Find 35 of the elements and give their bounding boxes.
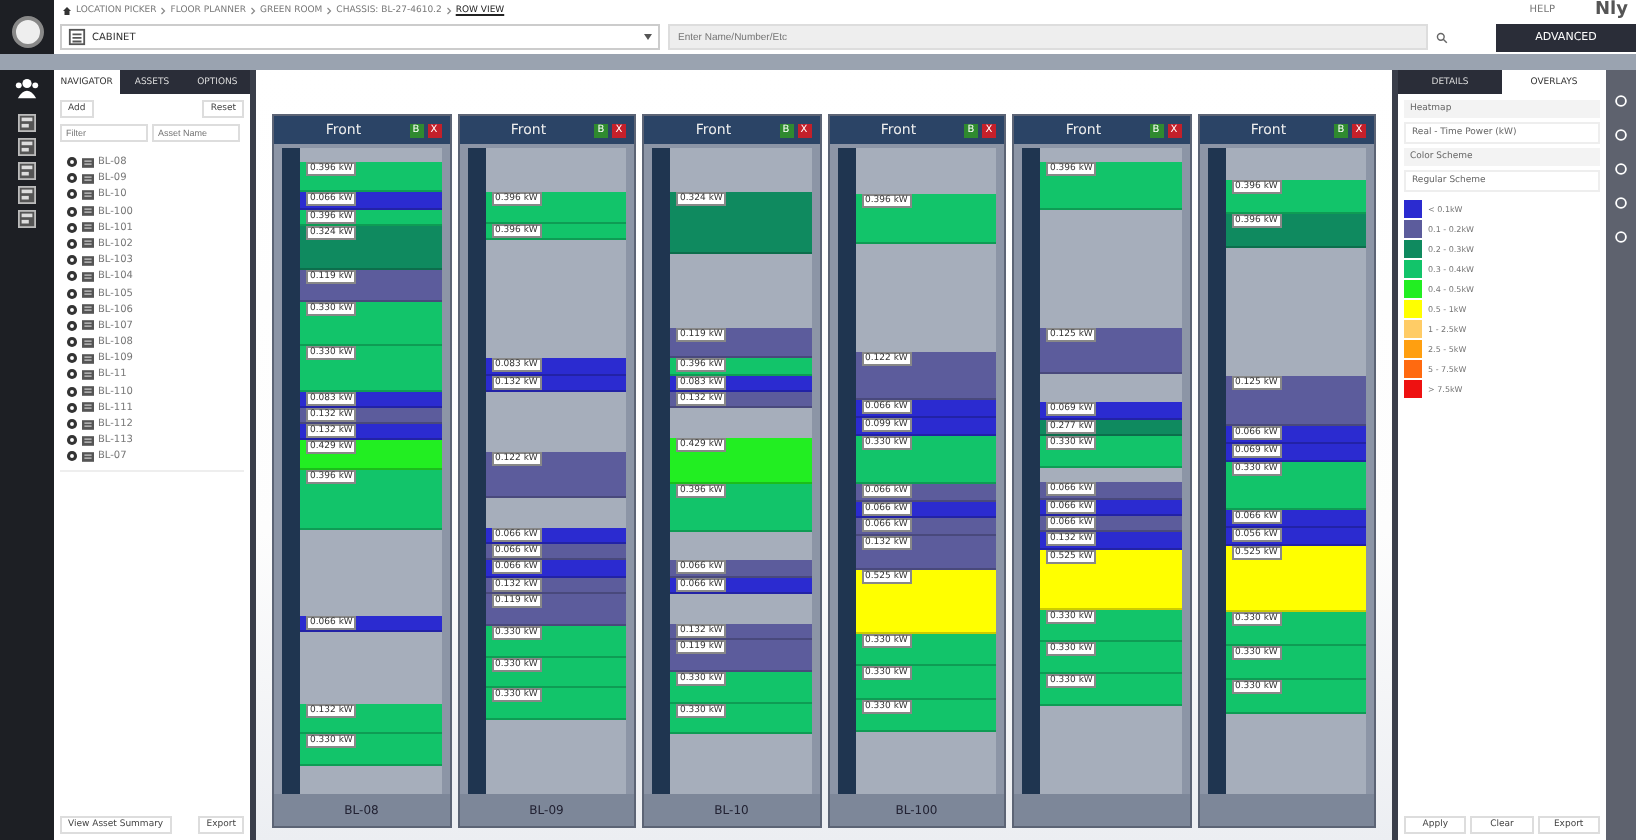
cabinet-icon (82, 402, 94, 413)
chevron-icon (326, 5, 333, 15)
cabinet-icon (82, 222, 94, 233)
cabinet-icon (82, 304, 94, 315)
view-icon[interactable] (18, 114, 36, 132)
cabinet-icon (82, 435, 94, 446)
people-icon[interactable] (14, 78, 40, 100)
cabinet-icon (82, 173, 94, 184)
cabinet-icon (82, 189, 94, 200)
brand-text: Nly (1595, 0, 1628, 20)
search-icon[interactable] (1436, 31, 1448, 43)
logo-icon[interactable] (11, 16, 43, 48)
view-icon[interactable] (18, 210, 36, 228)
caret-icon (644, 34, 652, 40)
cabinet-icon (82, 369, 94, 380)
home-icon[interactable] (62, 5, 72, 15)
cabinet-icon (82, 255, 94, 266)
view-icon[interactable] (18, 186, 36, 204)
view-icon[interactable] (18, 138, 36, 156)
cabinet-icon (82, 386, 94, 397)
cabinet-icon (82, 353, 94, 364)
cabinet-icon (82, 320, 94, 331)
cabinet-icon (82, 337, 94, 348)
chevron-icon (160, 5, 167, 15)
chevron-icon (445, 5, 452, 15)
cabinet-icon (82, 288, 94, 298)
view-icon[interactable] (18, 162, 36, 180)
cabinet-icon (82, 419, 94, 429)
cabinet-icon (82, 157, 94, 167)
cabinet-icon (68, 28, 86, 46)
chevron-icon (249, 5, 256, 15)
cabinet-icon (82, 238, 94, 249)
cabinet-icon (82, 271, 94, 282)
cabinet-icon (82, 206, 94, 217)
cabinet-icon (82, 451, 94, 462)
